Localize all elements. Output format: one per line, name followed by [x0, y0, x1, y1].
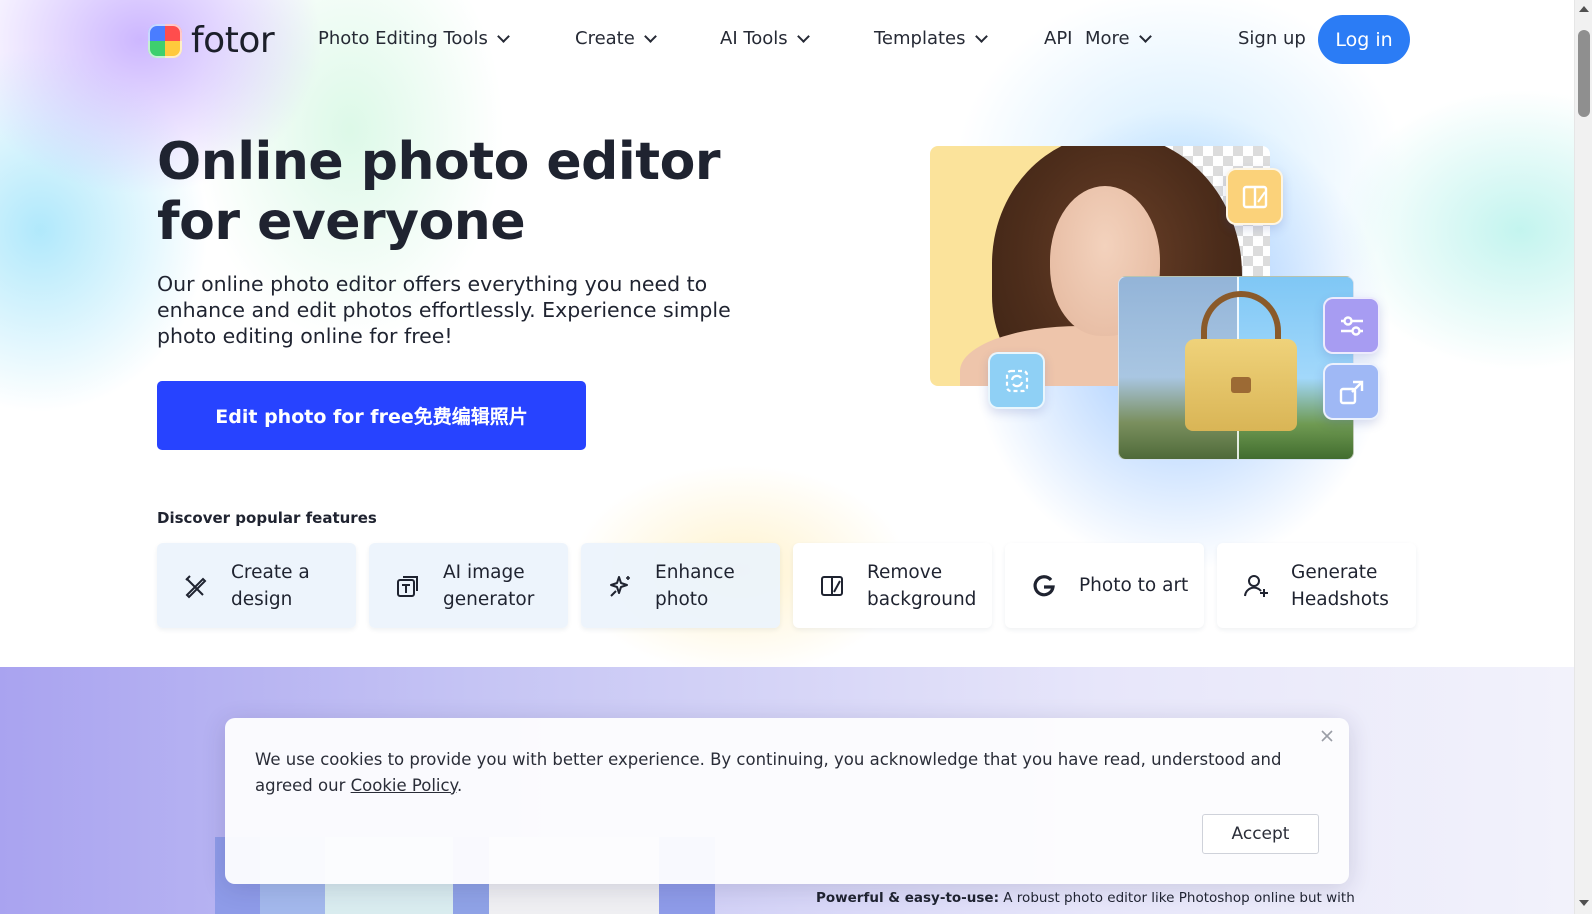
remove-background-icon: [821, 575, 843, 596]
feature-generate-headshots[interactable]: Generate Headshots: [1217, 543, 1416, 628]
scroll-up-arrow-icon[interactable]: [1579, 6, 1589, 12]
page: fotor Photo Editing Tools Create AI Tool…: [0, 0, 1574, 914]
handbag-image: [1118, 276, 1354, 460]
nav-label: Templates: [874, 28, 966, 49]
feature-ai-image-generator[interactable]: AI image generator: [369, 543, 568, 628]
fotor-logo[interactable]: fotor: [148, 20, 275, 61]
discover-heading: Discover popular features: [157, 509, 377, 527]
nav-more[interactable]: More: [1085, 28, 1152, 49]
feature-label: Remove background: [867, 561, 977, 610]
pencil-ruler-icon: [185, 574, 207, 598]
nav-templates[interactable]: Templates: [874, 28, 988, 49]
fotor-logo-icon: [148, 23, 182, 58]
edit-photo-free-button[interactable]: Edit photo for free免费编辑照片: [157, 381, 586, 450]
logo-text: fotor: [191, 20, 275, 61]
powerful-rest: A robust photo editor like Photoshop onl…: [998, 890, 1355, 906]
scrollbar-thumb[interactable]: [1578, 30, 1590, 117]
top-navigation: fotor Photo Editing Tools Create AI Tool…: [0, 0, 1574, 80]
chevron-down-icon: [1138, 29, 1152, 43]
cookie-banner: We use cookies to provide you with bette…: [225, 718, 1349, 884]
hero-collage: [920, 130, 1410, 470]
feature-list: Create a design AI image generator Enhan…: [157, 543, 1416, 628]
feature-remove-background[interactable]: Remove background: [793, 543, 992, 628]
hero-title: Online photo editor for everyone: [157, 132, 720, 252]
compare-icon: [1226, 168, 1283, 225]
nav-label: Create: [575, 28, 635, 49]
feature-label: AI image generator: [443, 561, 535, 610]
cookie-text-end: .: [456, 775, 463, 795]
close-icon[interactable]: [1318, 727, 1336, 745]
chevron-down-icon: [643, 29, 657, 43]
scroll-down-arrow-icon[interactable]: [1579, 900, 1589, 906]
chevron-down-icon: [496, 29, 510, 43]
nav-label: API: [1044, 28, 1073, 49]
adjust-sliders-icon: [1323, 297, 1380, 354]
rotate-crop-icon: [988, 352, 1045, 409]
cookie-policy-link[interactable]: Cookie Policy: [351, 776, 457, 795]
vertical-scrollbar[interactable]: [1574, 0, 1592, 914]
hero-description: Our online photo editor offers everythin…: [157, 272, 731, 348]
powerful-bold: Powerful & easy-to-use:: [816, 890, 999, 906]
nav-ai-tools[interactable]: AI Tools: [720, 28, 810, 49]
cookie-message: We use cookies to provide you with bette…: [255, 747, 1295, 798]
chevron-down-icon: [796, 29, 810, 43]
feature-label: Create a design: [231, 561, 310, 610]
user-plus-icon: [1244, 574, 1268, 597]
art-g-icon: [1033, 574, 1055, 596]
feature-enhance-photo[interactable]: Enhance photo: [581, 543, 780, 628]
nav-label: Photo Editing Tools: [318, 28, 488, 49]
sparkle-enhance-icon: [610, 575, 630, 597]
resize-icon: [1323, 363, 1380, 420]
nav-create[interactable]: Create: [575, 28, 657, 49]
chevron-down-icon: [974, 29, 988, 43]
accept-cookies-button[interactable]: Accept: [1202, 814, 1319, 854]
nav-label: More: [1085, 28, 1130, 49]
feature-label: Photo to art: [1079, 575, 1189, 596]
nav-photo-editing-tools[interactable]: Photo Editing Tools: [318, 28, 510, 49]
nav-label: AI Tools: [720, 28, 788, 49]
log-in-button[interactable]: Log in: [1318, 15, 1410, 64]
feature-label: Generate Headshots: [1291, 561, 1389, 610]
sign-up-link[interactable]: Sign up: [1238, 28, 1306, 49]
feature-create-design[interactable]: Create a design: [157, 543, 356, 628]
bag-clasp: [1231, 377, 1251, 393]
feature-photo-to-art[interactable]: Photo to art: [1005, 543, 1204, 628]
powerful-text: Powerful & easy-to-use: A robust photo e…: [816, 890, 1355, 906]
feature-label: Enhance photo: [655, 561, 735, 610]
nav-api[interactable]: API: [1044, 28, 1072, 49]
ai-image-icon: [397, 575, 418, 597]
